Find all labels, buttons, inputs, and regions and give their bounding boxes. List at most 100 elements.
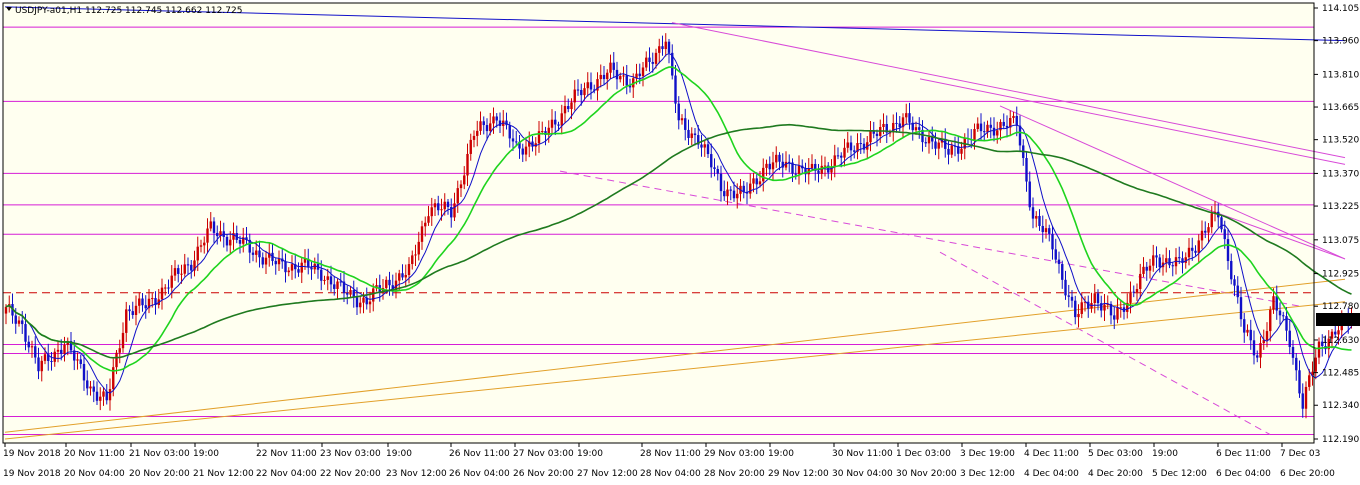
candle-body <box>1028 181 1031 208</box>
candle-body <box>1093 293 1096 304</box>
candle-body <box>687 129 690 139</box>
candle-body <box>14 315 17 324</box>
candle-body <box>771 162 775 170</box>
candle-body <box>872 131 875 134</box>
candle-body <box>1337 330 1340 335</box>
candle-body <box>134 305 138 315</box>
x-top-tick-label: 23 Nov 03:00 <box>320 449 381 459</box>
candle-body <box>1298 370 1301 394</box>
candle-body <box>1220 217 1223 230</box>
candle-body <box>1288 330 1291 347</box>
candle-body <box>602 74 606 80</box>
candle-body <box>918 127 921 130</box>
candle-body <box>1035 215 1038 219</box>
y-tick-label: 113.225 <box>1322 202 1359 212</box>
candle-body <box>1031 207 1035 219</box>
candle-body <box>203 242 206 246</box>
candle-body <box>1002 121 1005 126</box>
candle-body <box>914 127 918 131</box>
y-tick-label: 113.665 <box>1322 103 1359 113</box>
candle-body <box>560 113 563 126</box>
candle-body <box>414 254 417 256</box>
candle-body <box>713 167 716 170</box>
current-price-badge: 112.725 <box>1316 313 1360 326</box>
candle-body <box>778 154 781 162</box>
x-bottom-tick-label: 3 Dec 12:00 <box>960 469 1015 479</box>
candle-body <box>589 82 593 90</box>
candle-body <box>411 255 414 265</box>
price-chart[interactable]: USDJPY-a01,H1 112.725 112.745 112.662 11… <box>0 0 1360 485</box>
candle-body <box>1064 279 1067 296</box>
candle-body <box>1295 357 1298 371</box>
x-top-tick-label: 30 Nov 11:00 <box>832 449 893 459</box>
candle-body <box>924 142 927 144</box>
chart-title: USDJPY-a01,H1 112.725 112.745 112.662 11… <box>6 6 242 16</box>
candle-body <box>1061 264 1064 280</box>
candle-body <box>859 143 862 145</box>
candle-body <box>79 359 82 364</box>
y-tick-label: 112.340 <box>1322 401 1359 411</box>
candle-body <box>1142 266 1145 274</box>
x-top-tick-label: 19:00 <box>1152 449 1178 459</box>
candle-body <box>326 276 329 280</box>
candle-body <box>346 293 349 295</box>
x-top-tick-label: 6 Dec 11:00 <box>1216 449 1271 459</box>
candle-body <box>368 301 372 305</box>
x-bottom-tick-label: 5 Dec 12:00 <box>1152 469 1207 479</box>
candle-body <box>310 267 313 270</box>
plot-area[interactable] <box>3 3 1314 443</box>
candle-body <box>570 102 573 110</box>
candle-body <box>573 89 576 103</box>
x-top-tick-label: 22 Nov 11:00 <box>256 449 317 459</box>
candle-body <box>251 252 255 255</box>
candle-body <box>125 309 128 333</box>
x-bottom-tick-label: 30 Nov 04:00 <box>832 469 893 479</box>
x-top-tick-label: 27 Nov 03:00 <box>513 449 574 459</box>
candle-body <box>703 144 706 148</box>
x-bottom-tick-label: 22 Nov 04:00 <box>256 469 317 479</box>
candle-body <box>1187 247 1191 258</box>
candle-body <box>437 203 440 211</box>
candle-body <box>690 133 693 139</box>
candle-body <box>190 264 193 271</box>
candle-body <box>1057 259 1061 265</box>
candle-body <box>261 257 264 265</box>
candle-body <box>726 189 729 197</box>
candle-body <box>973 129 976 140</box>
candle-body <box>612 62 615 70</box>
candle-body <box>206 228 209 243</box>
y-tick-label: 113.075 <box>1322 236 1359 246</box>
candle-body <box>388 279 391 286</box>
candle-body <box>118 348 121 353</box>
candle-body <box>56 349 60 352</box>
candle-body <box>667 41 671 53</box>
candle-body <box>229 239 232 246</box>
x-bottom-tick-label: 28 Nov 20:00 <box>704 469 765 479</box>
candle-body <box>651 62 654 64</box>
candle-body <box>550 119 554 128</box>
candle-body <box>684 118 687 130</box>
candle-body <box>615 69 619 80</box>
x-top-tick-label: 7 Dec 03 <box>1280 449 1320 459</box>
candle-body <box>401 273 404 278</box>
candle-body <box>846 142 849 148</box>
candle-body <box>398 273 401 281</box>
candle-body <box>424 222 427 227</box>
candle-body <box>1275 296 1278 311</box>
candle-body <box>794 173 797 175</box>
candle-body <box>102 391 105 397</box>
chart-container[interactable]: USDJPY-a01,H1 112.725 112.745 112.662 11… <box>0 0 1360 485</box>
candle-body <box>92 386 95 392</box>
candle-body <box>492 116 495 124</box>
candle-body <box>186 264 190 266</box>
candle-body <box>404 274 407 278</box>
candle-body <box>277 258 281 265</box>
candle-body <box>1308 375 1311 387</box>
candle-body <box>515 141 518 143</box>
candle-body <box>131 311 134 315</box>
candle-body <box>645 57 648 68</box>
candle-body <box>567 106 570 110</box>
candle-body <box>716 169 719 174</box>
candle-body <box>27 341 30 348</box>
candle-body <box>160 287 164 300</box>
